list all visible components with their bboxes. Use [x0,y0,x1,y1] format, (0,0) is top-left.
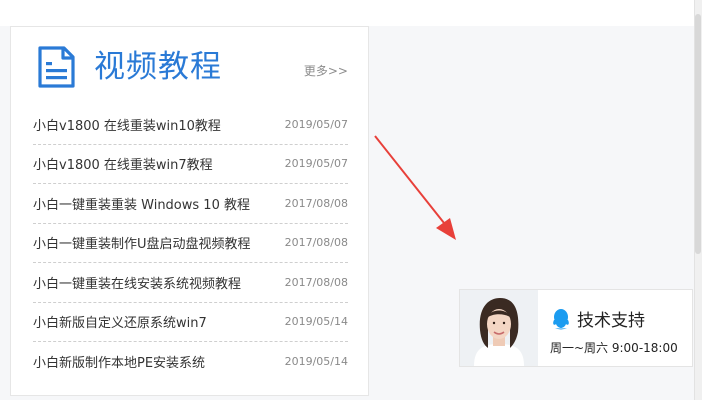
scrollbar-thumb[interactable] [695,14,701,254]
list-item[interactable]: 小白新版制作本地PE安装系统 2019/05/14 [33,342,348,382]
item-title[interactable]: 小白v1800 在线重装win7教程 [33,154,213,173]
list-item[interactable]: 小白v1800 在线重装win10教程 2019/05/07 [33,105,348,145]
item-date: 2019/05/14 [284,315,348,329]
item-date: 2019/05/07 [284,157,348,171]
document-icon [38,46,75,88]
support-hours: 周一~周六 9:00-18:00 [550,341,678,355]
panel-title: 视频教程 [94,49,222,85]
red-arrow-icon [374,135,456,240]
support-title: 技术支持 [577,311,645,331]
qq-penguin-icon [553,308,569,329]
list-item[interactable]: 小白一键重装在线安装系统视频教程 2017/08/08 [33,263,348,303]
list-item[interactable]: 小白一键重装制作U盘启动盘视频教程 2017/08/08 [33,224,348,263]
item-date: 2017/08/08 [284,236,348,250]
list-item[interactable]: 小白新版自定义还原系统win7 2019/05/14 [33,303,348,342]
item-title[interactable]: 小白一键重装制作U盘启动盘视频教程 [33,233,251,252]
avatar [460,290,538,366]
panel-header: 视频教程 更多>> [11,27,368,111]
page-scrollbar[interactable] [694,0,702,400]
item-date: 2017/08/08 [284,275,348,289]
item-title[interactable]: 小白新版自定义还原系统win7 [33,312,207,331]
more-link[interactable]: 更多>> [304,62,348,79]
item-date: 2017/08/08 [284,196,348,210]
tech-support-widget[interactable]: 技术支持 周一~周六 9:00-18:00 [459,289,693,367]
top-strip [0,0,694,26]
item-date: 2019/05/07 [284,117,348,131]
list-item[interactable]: 小白v1800 在线重装win7教程 2019/05/07 [33,145,348,184]
item-title[interactable]: 小白v1800 在线重装win10教程 [33,115,221,134]
item-date: 2019/05/14 [284,355,348,369]
item-title[interactable]: 小白一键重装重装 Windows 10 教程 [33,194,250,213]
tutorial-list: 小白v1800 在线重装win10教程 2019/05/07 小白v1800 在… [33,105,348,382]
item-title[interactable]: 小白一键重装在线安装系统视频教程 [33,273,241,292]
list-item[interactable]: 小白一键重装重装 Windows 10 教程 2017/08/08 [33,184,348,224]
video-tutorial-panel: 视频教程 更多>> 小白v1800 在线重装win10教程 2019/05/07… [10,26,369,396]
item-title[interactable]: 小白新版制作本地PE安装系统 [33,352,205,371]
support-title-row: 技术支持 [551,306,645,331]
support-agent-avatar [460,290,538,366]
